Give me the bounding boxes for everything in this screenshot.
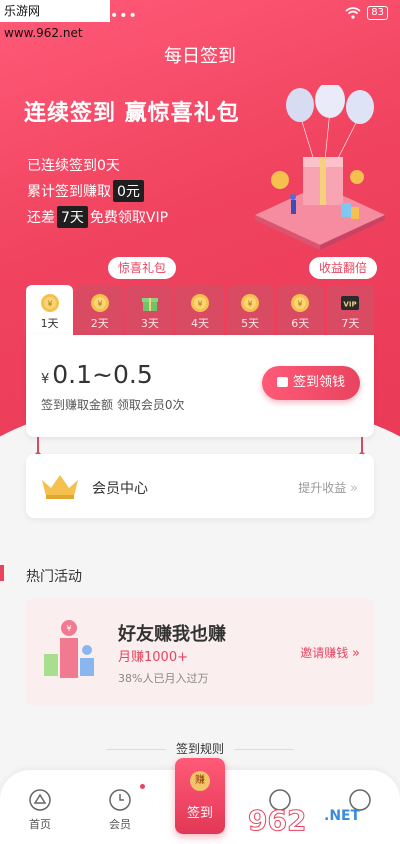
wifi-icon (345, 7, 361, 19)
invite-earn-link[interactable]: 邀请赚钱 » (300, 644, 360, 661)
promo-headline: 连续签到 赢惊喜礼包 (24, 101, 240, 126)
sign-earn-label: 签到领钱 (292, 375, 345, 390)
reward-card: ¥0.1~0.5 签到赚取金额 领取会员0次 签到领钱 (26, 335, 374, 437)
activity-note: 38%人已月入过万 (118, 672, 209, 685)
tab-member[interactable]: 会员 (90, 788, 150, 832)
member-center-card[interactable]: 会员中心 提升收益 » (26, 454, 374, 518)
coin-icon: ¥ (90, 294, 109, 312)
currency-symbol: ¥ (41, 372, 50, 387)
site-watermark-logo: 962 .NET (248, 804, 361, 838)
reward-subtitle: 签到赚取金额 领取会员0次 (41, 398, 185, 412)
day-label: 2天 (90, 317, 109, 330)
tab-signin-label: 签到 (186, 806, 213, 821)
gift-balloon-illustration (255, 85, 385, 250)
tab-home-label: 首页 (29, 818, 51, 831)
vip-days: 7天 (57, 206, 88, 228)
streak-text: 已连续签到0天 (27, 158, 120, 174)
watermark-text: 乐游网 www.962.net (0, 0, 110, 40)
day-5[interactable]: ¥ 5天 (226, 285, 274, 337)
gift-icon (141, 298, 158, 311)
coin-icon: ¥ (40, 294, 59, 312)
vip-badge-text: VIP (344, 301, 357, 309)
svg-text:¥: ¥ (47, 300, 52, 309)
day-label: 5天 (241, 317, 260, 330)
crown-icon (42, 475, 78, 499)
svg-text:¥: ¥ (248, 300, 253, 309)
wallet-icon (276, 377, 288, 387)
earn-seal-icon: 赚 (190, 771, 210, 791)
svg-text:962: 962 (248, 804, 306, 837)
activity-title: 好友赚我也赚 (118, 624, 226, 645)
reward-amount: ¥0.1~0.5 (41, 360, 153, 389)
svg-text:.NET: .NET (324, 808, 361, 824)
day-7[interactable]: VIP 7天 (326, 285, 374, 337)
sign-earn-button[interactable]: 签到领钱 (262, 366, 360, 400)
day-4[interactable]: ¥ 4天 (176, 285, 224, 337)
hot-activities-title: 热门活动 (26, 569, 82, 585)
battery-indicator: 83 (367, 6, 388, 20)
day-label: 3天 (140, 317, 159, 330)
vip-suffix: 免费领取VIP (89, 210, 169, 226)
status-dots: ••• (110, 8, 138, 24)
reward-range: 0.1~0.5 (52, 360, 153, 389)
day-label: 7天 (341, 317, 360, 330)
day-label: 1天 (40, 317, 59, 330)
signin-rules-link[interactable]: 签到规则 (0, 740, 400, 757)
double-earnings-tag: 收益翻倍 (309, 257, 378, 279)
earned-label: 累计签到赚取 (27, 184, 111, 200)
vip-prefix: 还差 (27, 210, 55, 226)
money-chart-icon: ¥ (44, 620, 94, 678)
chevrons-right-icon: » (350, 481, 358, 496)
tab-member-label: 会员 (109, 818, 131, 831)
surprise-gift-tag: 惊喜礼包 (108, 257, 177, 279)
day-label: 4天 (190, 317, 209, 330)
coin-icon: ¥ (291, 294, 310, 312)
svg-text:¥: ¥ (298, 300, 303, 309)
status-bar: 乐游网 www.962.net ••• 83 (0, 0, 400, 40)
invite-activity-card[interactable]: ¥ 好友赚我也赚 月赚1000+ 38%人已月入过万 邀请赚钱 » (26, 598, 374, 706)
boost-earnings-link[interactable]: 提升收益 » (298, 479, 358, 496)
tab-home[interactable]: 首页 (10, 788, 70, 832)
coin-icon: ¥ (241, 294, 260, 312)
earned-row: 累计签到赚取 0元 (27, 180, 146, 202)
day-2[interactable]: ¥ 2天 (76, 285, 124, 337)
chevrons-right-icon: » (352, 646, 360, 661)
member-center-label: 会员中心 (92, 481, 148, 497)
vip-row: 还差 7天 免费领取VIP (27, 206, 168, 228)
svg-text:¥: ¥ (97, 300, 102, 309)
day-label: 6天 (291, 317, 310, 330)
clock-icon (109, 789, 131, 811)
svg-text:¥: ¥ (66, 624, 71, 633)
earned-value: 0元 (113, 180, 144, 202)
coin-icon: ¥ (190, 294, 209, 312)
activity-subtitle: 月赚1000+ (118, 650, 188, 665)
tab-signin[interactable]: 赚 签到 (175, 758, 225, 834)
svg-text:¥: ¥ (197, 300, 202, 309)
day-3[interactable]: 3天 (126, 285, 174, 337)
day-6[interactable]: ¥ 6天 (276, 285, 324, 337)
home-icon (29, 789, 51, 811)
day-1[interactable]: ¥ 1天 (26, 285, 74, 337)
page-title: 每日签到 (164, 46, 236, 67)
notification-dot (140, 784, 145, 789)
section-accent-bar (0, 565, 4, 581)
vip-icon: VIP (341, 296, 360, 310)
signin-day-tabs: ¥ 1天 ¥ 2天 3天 ¥ 4天 ¥ 5天 ¥ 6天 VIP 7天 (26, 285, 374, 337)
